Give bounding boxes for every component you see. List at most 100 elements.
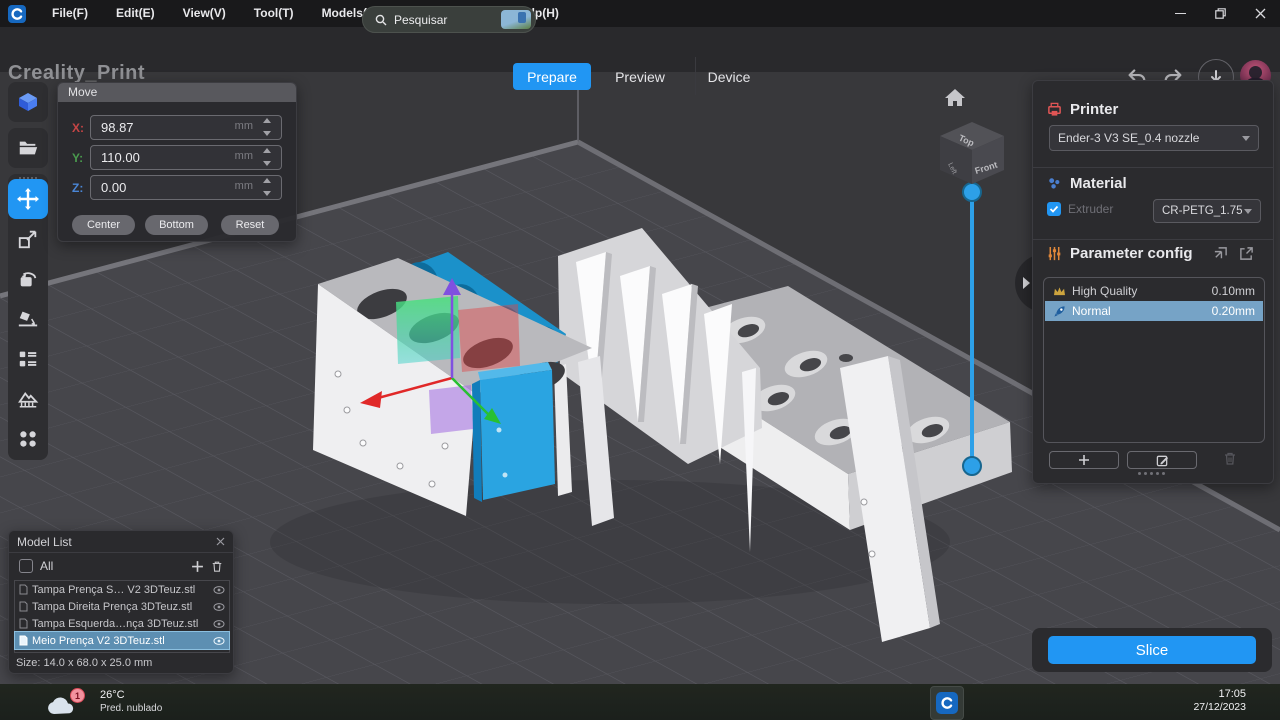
z-unit-label: mm bbox=[235, 180, 253, 192]
tab-device[interactable]: Device bbox=[698, 63, 760, 90]
tab-preview[interactable]: Preview bbox=[602, 63, 678, 90]
extruder-checkbox[interactable] bbox=[1047, 202, 1061, 216]
file-icon bbox=[19, 635, 28, 646]
slice-strip: Slice bbox=[1032, 628, 1272, 672]
x-axis-label: X: bbox=[72, 121, 90, 135]
file-icon bbox=[19, 618, 28, 629]
z-position-input[interactable] bbox=[99, 176, 233, 199]
menu-file[interactable]: File(F) bbox=[38, 0, 102, 27]
creality-print-window: Top Front Left File(F) Edit(E) View(V) T… bbox=[0, 0, 1280, 720]
search-icon bbox=[375, 14, 387, 26]
lay-flat-tool-icon[interactable] bbox=[8, 299, 48, 339]
printer-select[interactable]: Ender-3 V3 SE_0.4 nozzle bbox=[1049, 125, 1259, 151]
view-cube[interactable]: Top Front Left bbox=[940, 122, 1004, 184]
z-stepper[interactable] bbox=[263, 178, 273, 196]
model-list-item-selected[interactable]: Meio Prença V2 3DTeuz.stl bbox=[15, 632, 229, 649]
restore-button[interactable] bbox=[1200, 0, 1240, 27]
model-selected-blue-box[interactable] bbox=[472, 362, 555, 502]
preset-name: Normal bbox=[1072, 304, 1111, 318]
menu-edit[interactable]: Edit(E) bbox=[102, 0, 169, 27]
y-stepper[interactable] bbox=[263, 148, 273, 166]
model-list-item[interactable]: Tampa Esquerda…nça 3DTeuz.stl bbox=[15, 615, 229, 632]
parameter-config-icon bbox=[1047, 246, 1062, 261]
select-all-label: All bbox=[40, 559, 53, 573]
visibility-eye-icon[interactable] bbox=[213, 637, 225, 645]
y-unit-label: mm bbox=[235, 150, 253, 162]
file-icon bbox=[19, 601, 28, 612]
visibility-eye-icon[interactable] bbox=[213, 603, 225, 611]
more-apps-icon[interactable] bbox=[8, 419, 48, 459]
section-divider bbox=[1033, 167, 1273, 168]
close-icon[interactable] bbox=[216, 537, 225, 546]
add-preset-button[interactable] bbox=[1049, 451, 1119, 469]
weather-temp: 26°C bbox=[100, 689, 125, 701]
preset-high-quality[interactable]: High Quality 0.10mm bbox=[1045, 281, 1263, 301]
close-button[interactable] bbox=[1240, 0, 1280, 27]
app-logo-icon bbox=[8, 5, 26, 23]
import-config-button[interactable] bbox=[1213, 246, 1228, 261]
x-stepper[interactable] bbox=[263, 118, 273, 136]
move-panel: Move X: mm Y: mm Z: mm Cente bbox=[57, 82, 297, 242]
search-input[interactable]: Pesquisar bbox=[362, 6, 536, 33]
rotate-tool-icon[interactable] bbox=[8, 259, 48, 299]
rocket-icon bbox=[1053, 305, 1066, 318]
preset-list: High Quality 0.10mm Normal 0.20mm bbox=[1043, 277, 1265, 443]
panel-resize-handle[interactable] bbox=[1138, 472, 1165, 475]
model-size-label: Size: 14.0 x 68.0 x 25.0 mm bbox=[16, 657, 152, 669]
creality-print-taskbar-icon[interactable] bbox=[930, 686, 964, 720]
x-position-input[interactable] bbox=[99, 116, 233, 139]
reset-button[interactable]: Reset bbox=[221, 215, 279, 235]
delete-preset-icon[interactable] bbox=[1223, 451, 1237, 466]
move-tool-icon[interactable] bbox=[8, 179, 48, 219]
bottom-button[interactable]: Bottom bbox=[145, 215, 208, 235]
menu-bar: File(F) Edit(E) View(V) Tool(T) Models(M… bbox=[0, 0, 1280, 27]
gizmo-plane-yz[interactable] bbox=[458, 304, 520, 372]
center-button[interactable]: Center bbox=[72, 215, 135, 235]
workbench-icon[interactable] bbox=[8, 82, 48, 122]
tray-clock[interactable]: 17:05 27/12/2023 bbox=[1190, 688, 1246, 714]
model-name: Tampa Prença S… V2 3DTeuz.stl bbox=[32, 584, 209, 596]
search-highlight-thumbnail[interactable] bbox=[501, 10, 531, 29]
scale-tool-icon[interactable] bbox=[8, 219, 48, 259]
windows-taskbar: 1 26°C Pred. nublado Pesquisar PRE bbox=[0, 684, 1280, 720]
tray-date: 27/12/2023 bbox=[1190, 701, 1246, 714]
support-tool-icon[interactable] bbox=[8, 379, 48, 419]
zoom-slider-bottom-handle[interactable] bbox=[963, 457, 981, 475]
minimize-button[interactable] bbox=[1160, 0, 1200, 27]
home-view-icon[interactable] bbox=[945, 89, 965, 106]
x-unit-label: mm bbox=[235, 120, 253, 132]
model-list-item[interactable]: Tampa Prença S… V2 3DTeuz.stl bbox=[15, 581, 229, 598]
weather-condition: Pred. nublado bbox=[100, 703, 162, 714]
slice-button[interactable]: Slice bbox=[1048, 636, 1256, 664]
transform-toolbar bbox=[8, 174, 48, 460]
gizmo-plane-xy[interactable] bbox=[396, 296, 460, 364]
extruder-label: Extruder bbox=[1068, 202, 1113, 216]
parameter-config-title: Parameter config bbox=[1070, 245, 1193, 262]
move-x-row: X: mm bbox=[72, 116, 282, 139]
model-list-box: Tampa Prença S… V2 3DTeuz.stl Tampa Dire… bbox=[14, 580, 230, 653]
select-all-checkbox[interactable] bbox=[19, 559, 33, 573]
delete-model-icon[interactable] bbox=[211, 560, 223, 573]
chevron-down-icon bbox=[1244, 209, 1252, 214]
model-list-tool-icon[interactable] bbox=[8, 339, 48, 379]
model-name: Tampa Esquerda…nça 3DTeuz.stl bbox=[32, 618, 209, 630]
preset-layer-height: 0.10mm bbox=[1212, 284, 1255, 298]
visibility-eye-icon[interactable] bbox=[213, 586, 225, 594]
material-title: Material bbox=[1070, 175, 1127, 192]
y-position-input[interactable] bbox=[99, 146, 233, 169]
material-select[interactable]: CR-PETG_1.75 bbox=[1153, 199, 1261, 223]
visibility-eye-icon[interactable] bbox=[213, 620, 225, 628]
move-panel-title[interactable]: Move bbox=[58, 83, 296, 102]
open-file-icon[interactable] bbox=[8, 128, 48, 168]
preset-normal[interactable]: Normal 0.20mm bbox=[1045, 301, 1263, 321]
add-model-icon[interactable] bbox=[191, 560, 204, 573]
zoom-slider-top-handle[interactable] bbox=[963, 183, 981, 201]
menu-view[interactable]: View(V) bbox=[169, 0, 240, 27]
export-config-button[interactable] bbox=[1239, 246, 1254, 261]
tab-prepare[interactable]: Prepare bbox=[513, 63, 591, 90]
model-list-item[interactable]: Tampa Direita Prença 3DTeuz.stl bbox=[15, 598, 229, 615]
edit-preset-button[interactable] bbox=[1127, 451, 1197, 469]
weather-widget[interactable]: 1 26°C Pred. nublado bbox=[40, 688, 200, 718]
menu-tool[interactable]: Tool(T) bbox=[240, 0, 308, 27]
z-axis-label: Z: bbox=[72, 181, 90, 195]
